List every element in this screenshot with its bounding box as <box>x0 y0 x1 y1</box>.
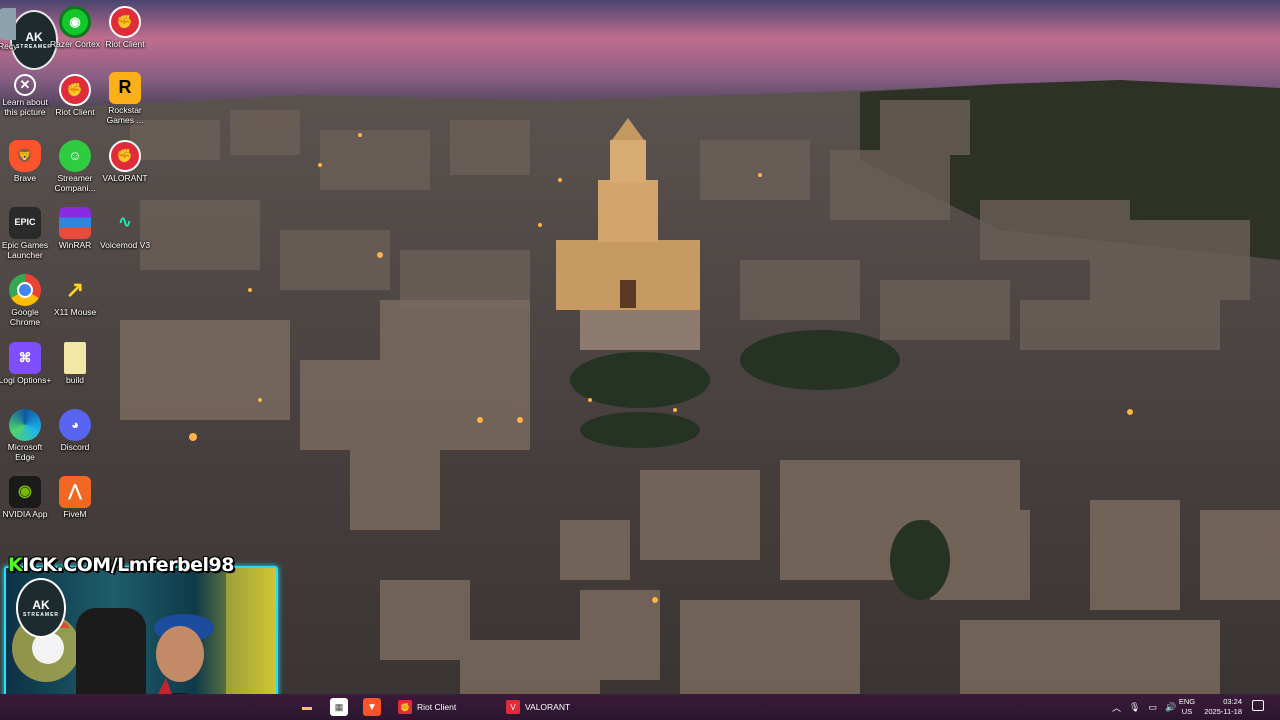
desktop-icon-nvidia-app[interactable]: ◉ NVIDIA App <box>0 476 52 520</box>
desktop-icon-riot-client-2[interactable]: ✊ Riot Client <box>48 74 102 118</box>
microsoft-store-icon[interactable]: ▦ <box>330 698 348 716</box>
channel-logo-text: AK <box>25 30 43 44</box>
chevron-up-icon[interactable]: ︿ <box>1112 701 1121 714</box>
epic-games-icon: EPIC <box>9 207 41 239</box>
folder-icon <box>64 342 86 374</box>
desktop-icon-logi-options[interactable]: ⌘ Logi Options+ <box>0 342 52 386</box>
x11-mouse-icon: ↗ <box>65 277 85 303</box>
desktop-icon-label: Brave <box>13 173 37 183</box>
desktop-icon-label: Voicemod V3 <box>99 240 151 250</box>
taskbar-app-label: VALORANT <box>525 702 571 712</box>
desktop-icon-label: Learn about this picture <box>2 97 48 117</box>
learn-about-picture-icon: ✕ <box>14 74 36 96</box>
desktop-icon-microsoft-edge[interactable]: Microsoft Edge <box>0 409 52 462</box>
logi-options-icon: ⌘ <box>9 342 41 374</box>
desktop-icon-label: Razer Cortex <box>49 39 101 49</box>
notification-icon[interactable] <box>1252 700 1264 711</box>
taskbar-app-label: Riot Client <box>417 702 457 712</box>
cam-logo-text: AK <box>32 598 50 612</box>
valorant-icon: ✊ <box>109 140 141 172</box>
desktop-icon-label: Logi Options+ <box>0 375 52 385</box>
desktop-icon-build-folder[interactable]: build <box>48 342 102 386</box>
desktop-icon-label: Microsoft Edge <box>7 442 43 462</box>
clock[interactable]: 03:24 2025-11-18 <box>1196 697 1242 717</box>
system-tray: ︿ 🎙 ▭ 🔊 <box>1112 694 1176 720</box>
fivem-icon: ⋀ <box>59 476 91 508</box>
desktop-icon-label: WinRAR <box>58 240 92 250</box>
desktop-icon-label: Discord <box>60 442 90 452</box>
desktop-icon-label: VALORANT <box>102 173 148 183</box>
edge-icon <box>9 409 41 441</box>
riot-client-icon: ✊ <box>109 6 141 38</box>
microphone-icon[interactable]: 🎙 <box>1129 702 1140 713</box>
taskbar-app-riot-client[interactable]: ✊ Riot Client <box>392 697 462 717</box>
razer-cortex-icon: ◉ <box>59 6 91 38</box>
desktop-icon-google-chrome[interactable]: Google Chrome <box>0 274 52 327</box>
discord-icon: ◕ <box>59 409 91 441</box>
valorant-icon: V <box>506 700 520 714</box>
desktop-icon-label: FiveM <box>63 509 87 519</box>
network-icon[interactable]: ▭ <box>1148 702 1157 713</box>
desktop-icon-rockstar-games[interactable]: R Rockstar Games ... <box>98 72 152 125</box>
desktop-icon-learn-about-picture[interactable]: ✕ Learn about this picture <box>0 74 52 117</box>
chrome-icon <box>9 274 41 306</box>
kick-prefix: K <box>8 554 23 576</box>
desktop-icon-label: Epic Games Launcher <box>1 240 49 260</box>
desktop-icon-fivem[interactable]: ⋀ FiveM <box>48 476 102 520</box>
webcam-channel-logo: AK STREAMER <box>16 578 66 638</box>
clock-date: 2025-11-18 <box>1204 707 1242 716</box>
desktop-icon-streamer-companion[interactable]: ☺ Streamer Compani... <box>48 140 102 193</box>
desktop-icon-discord[interactable]: ◕ Discord <box>48 409 102 453</box>
file-explorer-icon[interactable]: ▬ <box>298 698 316 716</box>
desktop-icon-label: Google Chrome <box>9 307 41 327</box>
brave-icon: 🦁 <box>9 140 41 172</box>
recycle-bin-icon <box>0 8 16 40</box>
desktop-icon-label: Riot Client <box>55 107 95 117</box>
desktop-icon-x11-mouse[interactable]: ↗ X11 Mouse <box>48 274 102 318</box>
riot-client-icon: ✊ <box>59 74 91 106</box>
voicemod-icon: ∿ <box>118 214 132 232</box>
rockstar-games-icon: R <box>109 72 141 104</box>
kick-channel-text: ICK.COM/Lmferbel98 <box>22 554 234 576</box>
taskbar: ▬ ▦ ▼ ✊ Riot Client V VALORANT ︿ 🎙 ▭ 🔊 E… <box>0 694 1280 720</box>
brave-taskbar-icon[interactable]: ▼ <box>363 698 381 716</box>
clock-time: 03:24 <box>1223 697 1242 706</box>
desktop-icon-label: X11 Mouse <box>53 307 97 317</box>
desktop-icon-label: Riot Client <box>105 39 145 49</box>
desktop-icon-recycle-bin[interactable]: Recycle Bin <box>0 8 16 52</box>
taskbar-app-valorant[interactable]: V VALORANT <box>500 697 576 717</box>
desktop-icon-label: build <box>66 375 84 385</box>
desktop-icon-winrar[interactable]: WinRAR <box>48 207 102 251</box>
desktop-icon-brave[interactable]: 🦁 Brave <box>0 140 52 184</box>
desktop-icon-label: Rockstar Games ... <box>106 105 144 125</box>
kick-channel-banner: KICK.COM/Lmferbel98 <box>8 554 234 576</box>
desktop-icon-riot-client[interactable]: ✊ Riot Client <box>98 6 152 50</box>
cam-logo-sub: STREAMER <box>22 612 60 618</box>
winrar-icon <box>59 207 91 239</box>
desktop-icon-valorant[interactable]: ✊ VALORANT <box>98 140 152 184</box>
desktop-icon-label: NVIDIA App <box>2 509 48 519</box>
channel-logo-sub: STREAMER <box>15 44 53 50</box>
desktop-icon-voicemod[interactable]: ∿ Voicemod V3 <box>98 207 152 251</box>
desktop-icon-razer-cortex[interactable]: ◉ Razer Cortex <box>48 6 102 50</box>
desktop-icon-epic-games[interactable]: EPIC Epic Games Launcher <box>0 207 52 260</box>
nvidia-icon: ◉ <box>9 476 41 508</box>
desktop-icon-label: Recycle Bin <box>0 41 16 51</box>
riot-client-icon: ✊ <box>398 700 412 714</box>
streamer-companion-icon: ☺ <box>59 140 91 172</box>
desktop-icon-label: Streamer Compani... <box>54 173 96 193</box>
